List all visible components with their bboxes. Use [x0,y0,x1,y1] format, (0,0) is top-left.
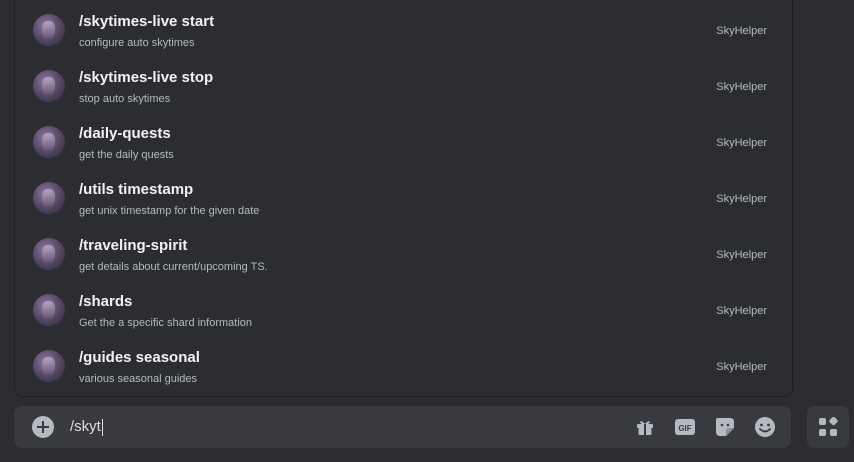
command-item[interactable]: /skytimes-live stop stop auto skytimes S… [15,58,785,114]
command-source: SkyHelper [716,361,767,373]
command-description: get unix timestamp for the given date [79,205,260,217]
bot-avatar [33,14,65,46]
slash-command-popup: /skytimes-live start configure auto skyt… [14,0,793,397]
command-description: various seasonal guides [79,373,198,385]
bot-avatar [33,182,65,214]
command-description: Get the a specific shard information [79,317,253,329]
command-name: /guides seasonal [79,349,200,366]
command-item[interactable]: /shards Get the a specific shard informa… [15,282,785,338]
command-item[interactable]: /daily-quests get the daily quests SkyHe… [15,114,785,170]
command-description: configure auto skytimes [79,37,195,49]
command-source: SkyHelper [716,249,767,261]
text-caret [101,418,103,436]
command-name: /daily-quests [79,125,171,142]
bot-avatar [33,70,65,102]
command-name: /skytimes-live start [79,13,215,30]
command-source: SkyHelper [716,137,767,149]
command-source: SkyHelper [716,25,767,37]
command-item[interactable]: /guides seasonal various seasonal guides… [15,338,785,394]
plus-circle-icon[interactable] [32,416,54,438]
gif-icon-label: GIF [678,424,691,433]
message-input[interactable]: /skyt [70,417,590,437]
bot-avatar [33,294,65,326]
command-name: /shards [79,293,133,310]
command-source: SkyHelper [716,193,767,205]
command-item[interactable]: /traveling-spirit get details about curr… [15,226,785,282]
command-description: stop auto skytimes [79,93,171,105]
sticker-icon[interactable] [714,416,736,438]
message-composer: /skyt GIF [14,406,791,448]
bot-avatar [33,126,65,158]
command-source: SkyHelper [716,305,767,317]
command-description: get details about current/upcoming TS. [79,261,268,273]
command-item[interactable]: /skytimes-live start configure auto skyt… [15,2,785,58]
command-item[interactable]: /utils timestamp get unix timestamp for … [15,170,785,226]
bot-avatar [33,350,65,382]
emoji-icon[interactable] [754,416,776,438]
apps-icon [819,417,838,436]
apps-button[interactable] [807,406,849,448]
command-name: /traveling-spirit [79,237,188,254]
message-input-text: /skyt [70,418,101,435]
command-name: /utils timestamp [79,181,194,198]
command-description: get the daily quests [79,149,174,161]
gift-icon[interactable] [634,416,656,438]
gif-icon[interactable]: GIF [674,416,696,438]
bot-avatar [33,238,65,270]
command-source: SkyHelper [716,81,767,93]
command-name: /skytimes-live stop [79,69,214,86]
